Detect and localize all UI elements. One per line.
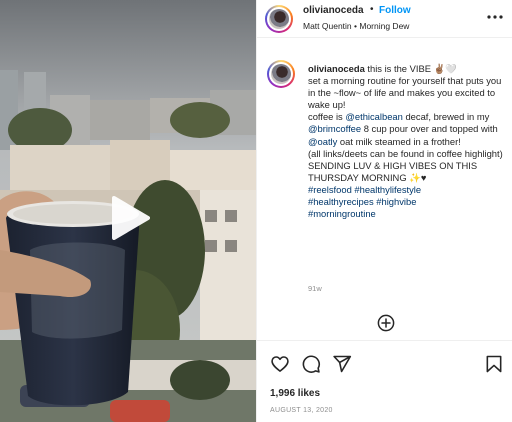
more-options-icon[interactable] xyxy=(486,10,504,22)
like-heart-icon[interactable] xyxy=(270,354,290,374)
post-date[interactable]: AUGUST 13, 2020 xyxy=(270,407,333,414)
share-icon[interactable] xyxy=(332,354,352,374)
post-actions: 1,996 likes AUGUST 13, 2020 xyxy=(257,340,512,422)
hashtag-reelsfood[interactable]: #reelsfood xyxy=(308,184,352,195)
follow-button[interactable]: Follow xyxy=(379,5,411,16)
hashtag-healthylifestyle[interactable]: #healthylifestyle xyxy=(354,184,421,195)
audio-attribution[interactable]: Matt Quentin • Morning Dew xyxy=(303,21,409,31)
author-avatar[interactable] xyxy=(265,5,293,33)
caption-author-avatar[interactable] xyxy=(267,60,295,88)
play-button[interactable] xyxy=(100,190,156,246)
caption-coffee-pre: coffee is xyxy=(308,111,346,123)
hashtag-healthyrecipes[interactable]: #healthyrecipes xyxy=(308,196,374,207)
header-separator: • xyxy=(370,4,374,15)
likes-count[interactable]: 1,996 likes xyxy=(270,388,320,399)
caption-username[interactable]: olivianoceda xyxy=(308,63,365,74)
bookmark-icon[interactable] xyxy=(484,354,504,374)
post-video[interactable] xyxy=(0,0,256,422)
post-header: olivianoceda • Follow Matt Quentin • Mor… xyxy=(257,0,512,38)
mention-oatly[interactable]: @oatly xyxy=(308,136,337,147)
load-more-comments-icon[interactable] xyxy=(377,314,395,332)
caption-coffee-mid2: 8 cup pour over and topped with xyxy=(361,123,498,135)
caption-coffee-mid: decaf, brewed in my xyxy=(402,111,490,123)
caption-time-ago[interactable]: 91w xyxy=(308,284,322,293)
hashtag-morningroutine[interactable]: #morningroutine xyxy=(308,208,376,219)
caption-coffee-end: oat milk steamed in a frother! xyxy=(337,135,461,147)
comments-section: olivianoceda this is the VIBE ✌🏽🤍 set a … xyxy=(257,38,512,340)
caption-routine-text: set a morning routine for yourself that … xyxy=(308,75,502,111)
hashtag-highvibe[interactable]: #highvibe xyxy=(376,196,416,207)
caption-intro: this is the VIBE ✌🏽🤍 xyxy=(364,63,457,74)
play-icon xyxy=(112,196,150,240)
caption-sending: SENDING LUV & HIGH VIBES ON THIS THURSDA… xyxy=(308,159,478,183)
comment-icon[interactable] xyxy=(301,354,321,374)
post-caption: olivianoceda this is the VIBE ✌🏽🤍 set a … xyxy=(308,63,508,220)
author-username[interactable]: olivianoceda xyxy=(303,5,364,16)
mention-ethicalbean[interactable]: @ethicalbean xyxy=(345,111,402,122)
mention-brimcoffee[interactable]: @brimcoffee xyxy=(308,123,361,134)
caption-links-note: (all links/deets can be found in coffee … xyxy=(308,147,503,159)
post-details-panel: olivianoceda • Follow Matt Quentin • Mor… xyxy=(256,0,512,422)
